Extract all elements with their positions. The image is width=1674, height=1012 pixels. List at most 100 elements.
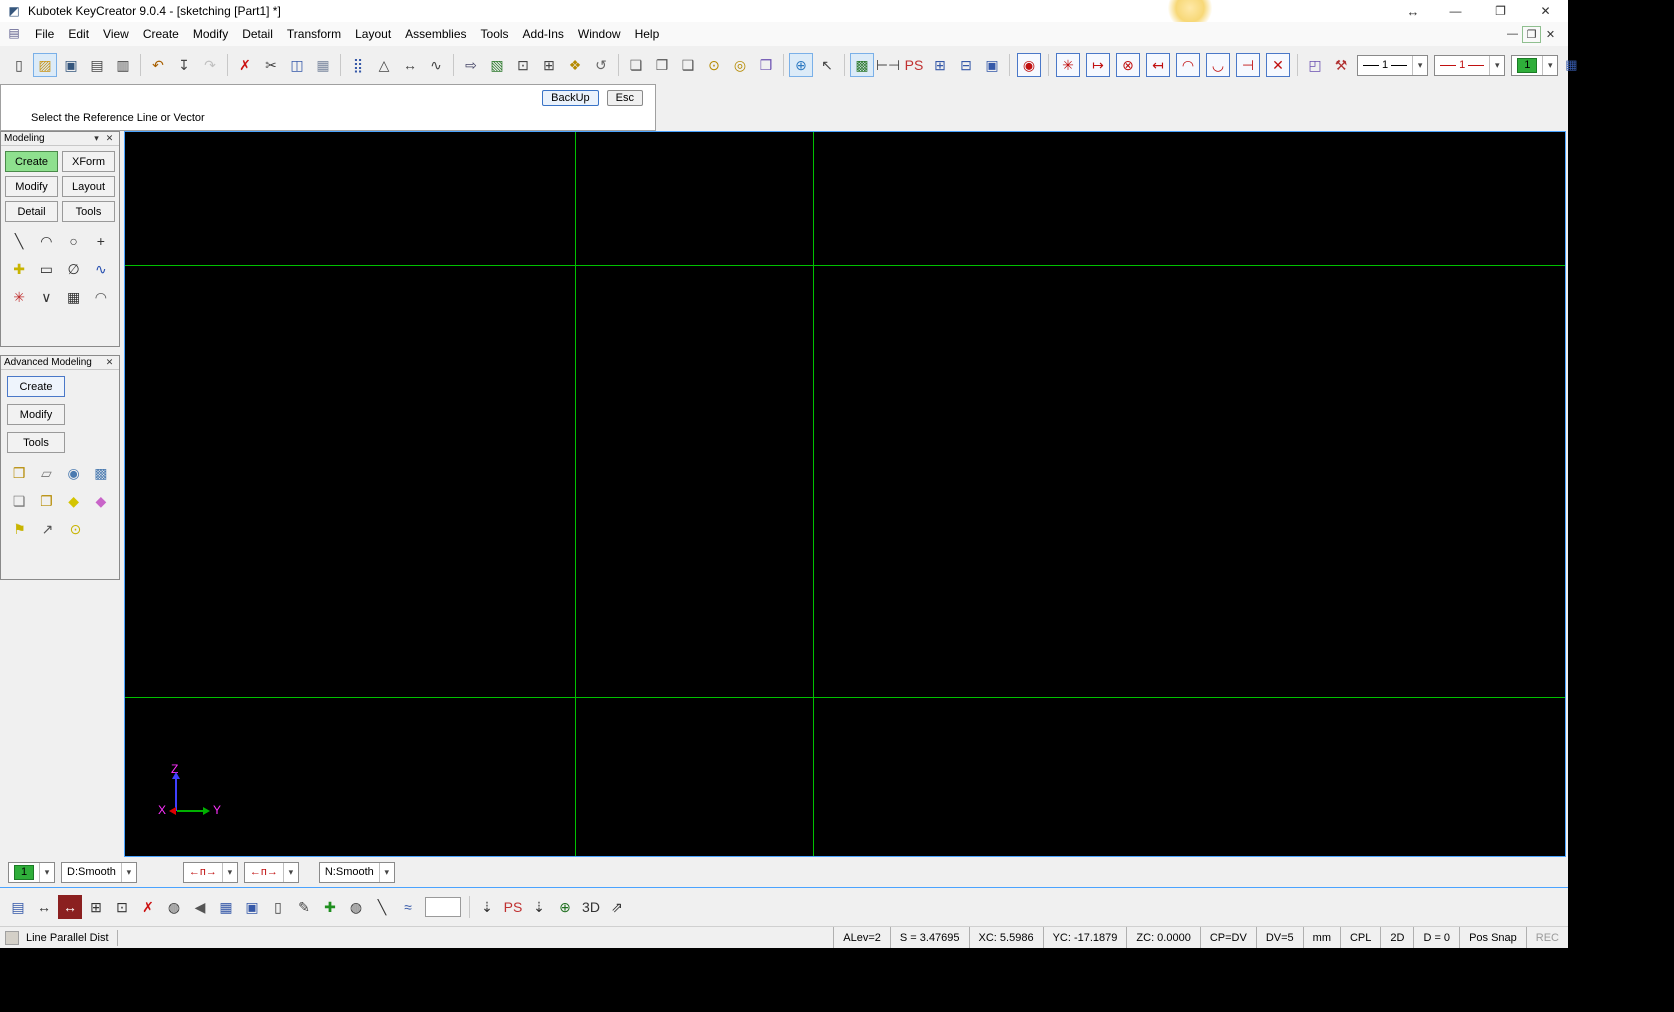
spline-create-icon[interactable]: ∿ (89, 258, 113, 280)
fillet-icon[interactable]: ◠ (89, 286, 113, 308)
menu-window[interactable]: Window (571, 23, 628, 45)
conic-create-icon[interactable]: ∅ (62, 258, 86, 280)
point-plus-icon[interactable]: ✚ (7, 258, 31, 280)
chevron-down-icon[interactable]: ▾ (378, 862, 394, 882)
circle-create-icon[interactable]: ○ (62, 230, 86, 252)
speaker-icon[interactable]: ◀ (188, 895, 212, 919)
paste-icon[interactable]: ▦ (311, 53, 335, 77)
save-icon[interactable]: ▣ (59, 53, 83, 77)
entity-export-icon[interactable]: ⇨ (459, 53, 483, 77)
modeling-detail-button[interactable]: Detail (5, 201, 58, 222)
chamfer-icon[interactable]: ∨ (34, 286, 58, 308)
drawing-viewport[interactable]: Z X Y (124, 131, 1566, 857)
modeling-xform-button[interactable]: XForm (62, 151, 115, 172)
snap-center-icon[interactable]: ⊗ (1116, 53, 1140, 77)
esc-button[interactable]: Esc (606, 90, 643, 106)
status-units[interactable]: mm (1302, 927, 1340, 948)
render-sphere-icon[interactable]: ◍ (344, 895, 368, 919)
grid-snap-icon[interactable]: ⊞ (84, 895, 108, 919)
solid-cylinder2-icon[interactable]: ◎ (728, 53, 752, 77)
child-minimize-button[interactable]: — (1503, 26, 1522, 43)
normal-mode-combo[interactable]: N:Smooth ▾ (318, 861, 395, 883)
menu-view[interactable]: View (96, 23, 136, 45)
flag-icon[interactable]: ⚑ (7, 518, 32, 540)
mesh-globe-icon[interactable]: ⊕ (553, 895, 577, 919)
minimize-button[interactable]: — (1433, 0, 1478, 22)
print-preview-icon[interactable]: ▥ (111, 53, 135, 77)
zoom-target-icon[interactable]: ◉ (1017, 53, 1041, 77)
undo-icon[interactable]: ↶ (146, 53, 170, 77)
dimension-style-combo-1[interactable]: ←п→ ▾ (182, 861, 238, 883)
dimension-style-combo-2[interactable]: ←п→ ▾ (243, 861, 299, 883)
status-scale[interactable]: S = 3.47695 (889, 927, 969, 948)
modeling-modify-button[interactable]: Modify (5, 176, 58, 197)
menu-add-ins[interactable]: Add-Ins (516, 23, 571, 45)
status-cpl[interactable]: CPL (1339, 927, 1380, 948)
stretch-icon[interactable]: ↔ (398, 53, 422, 77)
bulb-icon[interactable]: ⊙ (63, 518, 88, 540)
level-manager-icon[interactable]: ▦ (214, 895, 238, 919)
chevron-down-icon[interactable]: ▾ (90, 133, 103, 144)
menu-edit[interactable]: Edit (61, 23, 96, 45)
download-icon[interactable]: ↧ (172, 53, 196, 77)
snap-point-icon[interactable]: ✳ (1056, 53, 1080, 77)
wcs-globe-icon[interactable]: ⊕ (789, 53, 813, 77)
cplane-grid-icon[interactable]: ✚ (318, 895, 342, 919)
menu-tools[interactable]: Tools (474, 23, 516, 45)
advanced-tools-button[interactable]: Tools (7, 432, 65, 453)
spring-stretch-icon[interactable]: ∿ (424, 53, 448, 77)
advanced-create-button[interactable]: Create (7, 376, 65, 397)
arrow-up-icon[interactable]: ↗ (35, 518, 60, 540)
form-editor-icon[interactable]: ▤ (6, 895, 30, 919)
grid-fit-icon[interactable]: ⊡ (110, 895, 134, 919)
mesh-sphere-icon[interactable]: ◉ (62, 462, 86, 484)
menu-file[interactable]: File (28, 23, 61, 45)
chevron-down-icon[interactable]: ▾ (120, 862, 136, 882)
view-3d-box-icon[interactable]: ◰ (1303, 53, 1327, 77)
menu-layout[interactable]: Layout (348, 23, 398, 45)
delete-entities-icon[interactable]: ✗ (136, 895, 160, 919)
view-cube-top-icon[interactable]: ❑ (676, 53, 700, 77)
status-pos-snap[interactable]: Pos Snap (1459, 927, 1526, 948)
rectangle-create-icon[interactable]: ▭ (34, 258, 58, 280)
shaded-sphere-icon[interactable]: ◍ (162, 895, 186, 919)
line-color-combo[interactable]: 1 ▾ (1434, 54, 1506, 76)
verify-image-icon[interactable]: ▩ (850, 53, 874, 77)
menu-help[interactable]: Help (628, 23, 667, 45)
zoom-window-icon[interactable]: ⊞ (537, 53, 561, 77)
spline-sketch-icon[interactable]: ≈ (396, 895, 420, 919)
menu-transform[interactable]: Transform (280, 23, 348, 45)
curve-z-icon[interactable]: ⇗ (605, 895, 629, 919)
cut-icon[interactable]: ✂ (259, 53, 283, 77)
child-restore-button[interactable]: ❐ (1522, 25, 1541, 43)
dim-horizontal-icon[interactable]: ↔ (32, 895, 56, 919)
line-tool-icon[interactable]: ╲ (370, 895, 394, 919)
modeling-create-button[interactable]: Create (5, 151, 58, 172)
dim-horizontal-active-icon[interactable]: ↔ (58, 895, 82, 919)
multi-line-icon[interactable]: ✳ (7, 286, 31, 308)
delta-move-icon[interactable]: △ (372, 53, 396, 77)
snap-perp-icon[interactable]: ⊣ (1236, 53, 1260, 77)
display-monitor-icon[interactable]: ▣ (980, 53, 1004, 77)
layout-grid2-icon[interactable]: ⊟ (954, 53, 978, 77)
layout-grid-icon[interactable]: ⊞ (928, 53, 952, 77)
level-grid-icon[interactable]: ▦ (1565, 57, 1577, 73)
chevron-down-icon[interactable]: ▾ (39, 862, 54, 882)
fit-view-icon[interactable]: ⊡ (511, 53, 535, 77)
prism-pink-icon[interactable]: ◆ (89, 490, 113, 512)
menu-create[interactable]: Create (136, 23, 186, 45)
table-icon[interactable]: ▦ (62, 286, 86, 308)
snap-tangent-icon[interactable]: ◡ (1206, 53, 1230, 77)
measure-ruler-icon[interactable]: ⊢⊣ (876, 53, 900, 77)
chevron-down-icon[interactable]: ▾ (221, 862, 237, 882)
snap-arc-icon[interactable]: ◠ (1176, 53, 1200, 77)
ps-vue-small-icon[interactable]: PS (501, 895, 525, 919)
close-button[interactable]: ✕ (1523, 0, 1568, 22)
point-create-icon[interactable]: + (89, 230, 113, 252)
chevron-down-icon[interactable]: ▾ (1489, 55, 1504, 75)
material-book-icon[interactable]: ❒ (754, 53, 778, 77)
chevron-down-icon[interactable]: ▾ (282, 862, 298, 882)
array-pattern-icon[interactable]: ⣿ (346, 53, 370, 77)
surface-sweep-icon[interactable]: ▱ (34, 462, 58, 484)
toolbar-input-field[interactable] (425, 897, 461, 917)
